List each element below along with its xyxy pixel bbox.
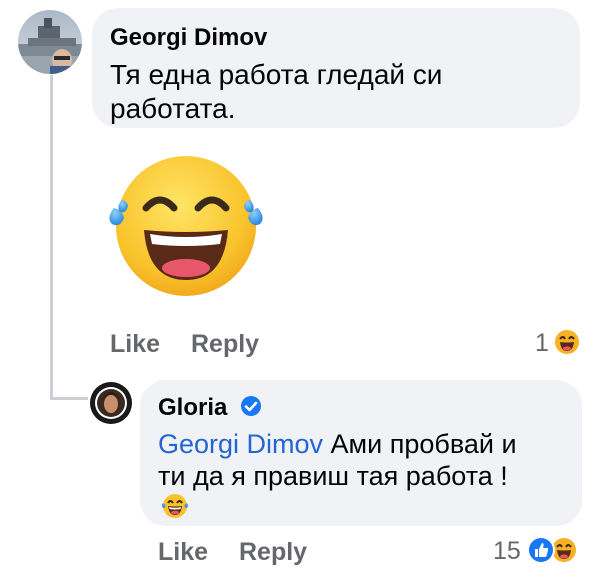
laughing-tears-emoji	[100, 152, 272, 302]
laughing-tears-emoji	[160, 492, 190, 525]
reply-author-row: Gloria	[158, 394, 262, 422]
avatar-photo	[18, 10, 82, 74]
avatar-photo	[91, 383, 131, 423]
like-button[interactable]: Like	[158, 538, 208, 567]
comment-author[interactable]: Georgi Dimov	[110, 24, 267, 52]
like-icon	[527, 536, 555, 569]
thread-branch	[50, 397, 88, 400]
reply-text-line2: ти да я правиш тая работа !	[158, 461, 508, 491]
reply-text-rest: Ами пробвай и	[323, 429, 517, 459]
haha-icon	[553, 328, 581, 361]
avatar-georgi[interactable]	[18, 10, 82, 74]
reaction-count: 1	[535, 329, 549, 357]
avatar-gloria[interactable]	[90, 382, 132, 424]
reply-button[interactable]: Reply	[191, 330, 259, 359]
comment-text-line2: работата.	[110, 93, 236, 124]
reply-text-line1: Georgi Dimov Ами пробвай и	[158, 426, 517, 462]
comment-text-line1: Тя една работа гледай си	[110, 59, 443, 90]
thread-line	[50, 75, 53, 400]
reply-button[interactable]: Reply	[239, 538, 307, 567]
verified-badge-icon	[240, 395, 262, 422]
reaction-count: 15	[493, 537, 521, 565]
like-button[interactable]: Like	[110, 330, 160, 359]
mention-link[interactable]: Georgi Dimov	[158, 429, 323, 459]
reply-author[interactable]: Gloria	[158, 394, 227, 421]
